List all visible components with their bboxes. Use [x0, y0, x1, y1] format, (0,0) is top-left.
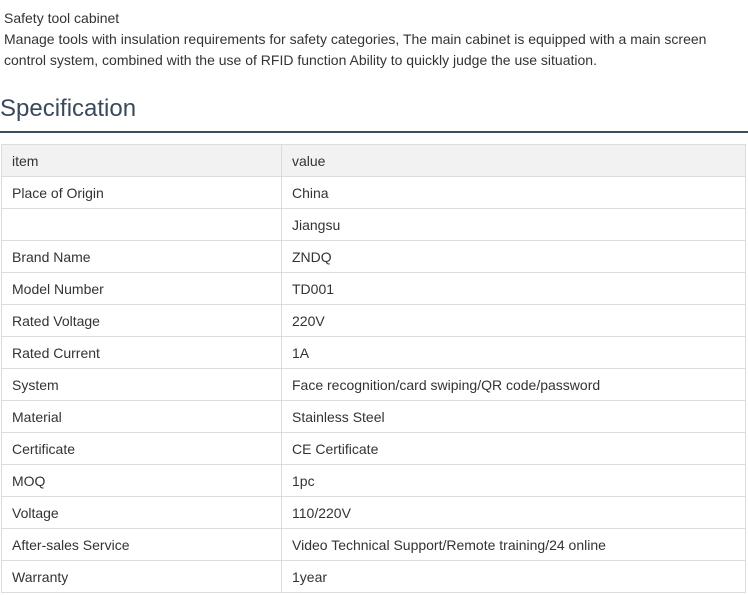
row-item-cell: Voltage [1, 496, 282, 529]
row-value-cell: Stainless Steel [281, 400, 746, 433]
table-row: Brand Name ZNDQ [1, 240, 746, 273]
row-item-cell: Brand Name [1, 240, 282, 273]
row-value-cell: 1pc [281, 464, 746, 497]
table-row: Rated Current 1A [1, 336, 746, 369]
table-row: After-sales Service Video Technical Supp… [1, 528, 746, 561]
product-intro: Safety tool cabinet Manage tools with in… [4, 8, 748, 71]
table-row: System Face recognition/card swiping/QR … [1, 368, 746, 401]
row-value-cell: 220V [281, 304, 746, 337]
row-item-cell: Certificate [1, 432, 282, 465]
row-value-cell: CE Certificate [281, 432, 746, 465]
table-header-row: item value [1, 144, 746, 177]
row-item-cell: Warranty [1, 560, 282, 593]
table-row: Warranty 1year [1, 560, 746, 593]
table-row: Material Stainless Steel [1, 400, 746, 433]
row-item-cell: Place of Origin [1, 176, 282, 209]
row-value-cell: Video Technical Support/Remote training/… [281, 528, 746, 561]
row-value-cell: China [281, 176, 746, 209]
row-item-cell: System [1, 368, 282, 401]
row-item-cell: Model Number [1, 272, 282, 305]
table-row: Model Number TD001 [1, 272, 746, 305]
specification-table: item value Place of Origin China Jiangsu… [1, 144, 746, 593]
row-item-cell: Rated Voltage [1, 304, 282, 337]
specification-heading: Specification [0, 95, 137, 122]
product-title: Safety tool cabinet [4, 10, 120, 26]
table-row: Jiangsu [1, 208, 746, 241]
column-header-value: value [281, 144, 746, 177]
row-value-cell: Jiangsu [281, 208, 746, 241]
table-row: Rated Voltage 220V [1, 304, 746, 337]
row-value-cell: TD001 [281, 272, 746, 305]
row-value-cell: ZNDQ [281, 240, 746, 273]
row-item-cell: MOQ [1, 464, 282, 497]
row-value-cell: 1A [281, 336, 746, 369]
table-row: Place of Origin China [1, 176, 746, 209]
heading-divider [0, 131, 748, 133]
product-description: Manage tools with insulation requirement… [4, 31, 707, 68]
row-value-cell: Face recognition/card swiping/QR code/pa… [281, 368, 746, 401]
row-item-cell: Material [1, 400, 282, 433]
table-row: Voltage 110/220V [1, 496, 746, 529]
row-item-cell: Rated Current [1, 336, 282, 369]
row-value-cell: 110/220V [281, 496, 746, 529]
column-header-item: item [1, 144, 282, 177]
row-item-cell: After-sales Service [1, 528, 282, 561]
row-value-cell: 1year [281, 560, 746, 593]
table-row: MOQ 1pc [1, 464, 746, 497]
row-item-cell [1, 208, 282, 241]
table-row: Certificate CE Certificate [1, 432, 746, 465]
